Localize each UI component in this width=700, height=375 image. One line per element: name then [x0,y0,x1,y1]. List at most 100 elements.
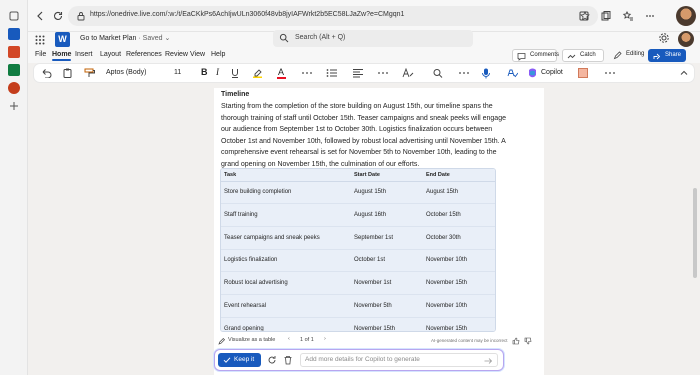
underline-icon[interactable] [230,68,240,78]
table-cell[interactable]: August 15th [423,180,495,204]
italic-button[interactable]: I [216,67,219,77]
tab-insert[interactable]: Insert [75,51,93,58]
visualize-as-table-button[interactable]: Visualize as a table [218,337,276,345]
address-bar[interactable]: https://onedrive.live.com/:w:/t/EaCKkPs6… [68,6,598,26]
find-icon[interactable] [432,68,444,78]
word-tab-icon[interactable] [8,28,20,40]
table-row: Staff training August 16th October 15th [221,203,495,227]
collapse-ribbon-icon[interactable] [679,68,689,78]
tab-review[interactable]: Review [165,51,188,58]
send-arrow-icon[interactable] [484,357,493,365]
keep-it-button[interactable]: Keep it [218,353,261,367]
share-label: Share [665,52,682,58]
thumbs-down-icon[interactable] [524,337,532,345]
favorites-icon[interactable] [622,10,634,22]
table-cell[interactable]: November 15th [351,316,423,331]
shading-color-icon[interactable] [578,68,588,78]
editor-icon[interactable] [506,68,518,78]
styles-icon[interactable] [402,68,414,78]
prev-result-icon[interactable]: ‹ [288,336,290,342]
share-button[interactable]: Share [648,49,686,62]
tab-help[interactable]: Help [211,51,225,58]
table-cell[interactable]: November 10th [423,293,495,318]
table-cell[interactable]: September 1st [351,225,423,250]
discard-trash-icon[interactable] [283,355,293,365]
table-cell[interactable]: Grand opening [221,316,351,331]
table-cell[interactable]: October 1st [351,248,423,272]
vertical-scrollbar[interactable] [693,188,697,278]
office-tab-icon[interactable] [8,82,20,94]
document-title[interactable]: Go to Market Plan · Saved ⌄ [80,34,170,42]
powerpoint-tab-icon[interactable] [8,46,20,58]
copilot-icon [529,68,536,78]
url-text[interactable]: https://onedrive.live.com/:w:/t/EaCKkPs6… [90,11,404,18]
font-color-button[interactable]: A [278,67,284,77]
catch-up-button[interactable]: Catch Up [562,49,604,69]
font-size-select[interactable]: 11 [174,67,192,79]
table-cell[interactable]: August 15th [351,180,423,204]
paragraph-more-icon[interactable] [377,68,389,78]
menu-bar: File Home Insert Layout References Revie… [28,49,700,69]
editing-mode-button[interactable]: Editing [609,49,645,62]
bold-button[interactable]: B [201,67,208,77]
paste-icon[interactable] [62,68,74,78]
dictate-mic-icon[interactable] [481,68,491,79]
tab-references[interactable]: References [126,51,162,58]
collections-icon[interactable] [600,10,612,22]
table-cell[interactable]: October 30th [423,225,495,250]
lock-icon[interactable] [76,11,86,21]
back-icon[interactable] [34,10,46,22]
browser-toolbar: https://onedrive.live.com/:w:/t/EaCKkPs6… [28,0,700,32]
timeline-table[interactable]: Task Start Date End Date Store building … [221,169,495,331]
regenerate-icon[interactable] [267,355,277,365]
profile-avatar[interactable] [676,6,696,26]
more-editing-icon[interactable] [458,68,470,78]
pencil-icon [218,338,225,345]
copilot-prompt-bar: Keep it Add more details for Copilot to … [214,349,504,371]
add-tab-icon[interactable] [8,100,20,112]
tab-layout[interactable]: Layout [100,51,121,58]
tab-view[interactable]: View [190,51,205,58]
table-cell[interactable]: August 16th [351,203,423,227]
highlight-icon[interactable] [252,68,264,78]
table-cell[interactable]: Store building completion [221,180,351,204]
table-cell[interactable]: Logistics finalization [221,248,351,272]
tab-file[interactable]: File [35,51,46,58]
app-launcher-icon[interactable] [34,34,46,46]
thumbs-up-icon[interactable] [512,337,520,345]
format-painter-icon[interactable] [84,68,96,78]
tabs-icon[interactable] [8,10,20,22]
excel-tab-icon[interactable] [8,64,20,76]
table-cell[interactable]: November 1st [351,271,423,295]
font-color-swatch [277,77,286,79]
copilot-ribbon-button[interactable]: Copilot [527,67,563,79]
table-cell[interactable]: Robust local advertising [221,271,351,295]
ribbon-overflow-icon[interactable] [604,68,616,78]
undo-icon[interactable] [40,68,52,78]
more-options-icon[interactable] [644,10,656,22]
more-formatting-icon[interactable] [301,68,313,78]
search-box[interactable]: Search (Alt + Q) [273,30,473,47]
share-icon [653,53,661,60]
document-page[interactable]: Timeline Starting from the completion of… [214,88,544,375]
align-icon[interactable] [352,68,364,78]
table-cell[interactable]: Teaser campaigns and sneak peeks [221,225,351,250]
reading-view-icon[interactable] [578,10,590,22]
comments-button[interactable]: Comments [512,49,559,62]
visualize-label: Visualize as a table [228,337,276,343]
tab-home[interactable]: Home [52,51,72,61]
font-family-select[interactable]: Aptos (Body) [104,67,164,79]
refresh-icon[interactable] [52,10,64,22]
account-avatar[interactable] [678,31,694,47]
settings-gear-icon[interactable] [658,32,670,44]
table-cell[interactable]: Event rehearsal [221,293,351,318]
table-cell[interactable]: Staff training [221,203,351,227]
next-result-icon[interactable]: › [324,336,326,342]
copilot-refine-input[interactable]: Add more details for Copilot to generate [300,353,498,367]
table-cell[interactable]: November 10th [423,248,495,272]
table-cell[interactable]: November 15th [423,316,495,331]
table-cell[interactable]: November 5th [351,293,423,318]
bullet-list-icon[interactable] [326,68,338,78]
table-cell[interactable]: November 15th [423,271,495,295]
table-cell[interactable]: October 15th [423,203,495,227]
